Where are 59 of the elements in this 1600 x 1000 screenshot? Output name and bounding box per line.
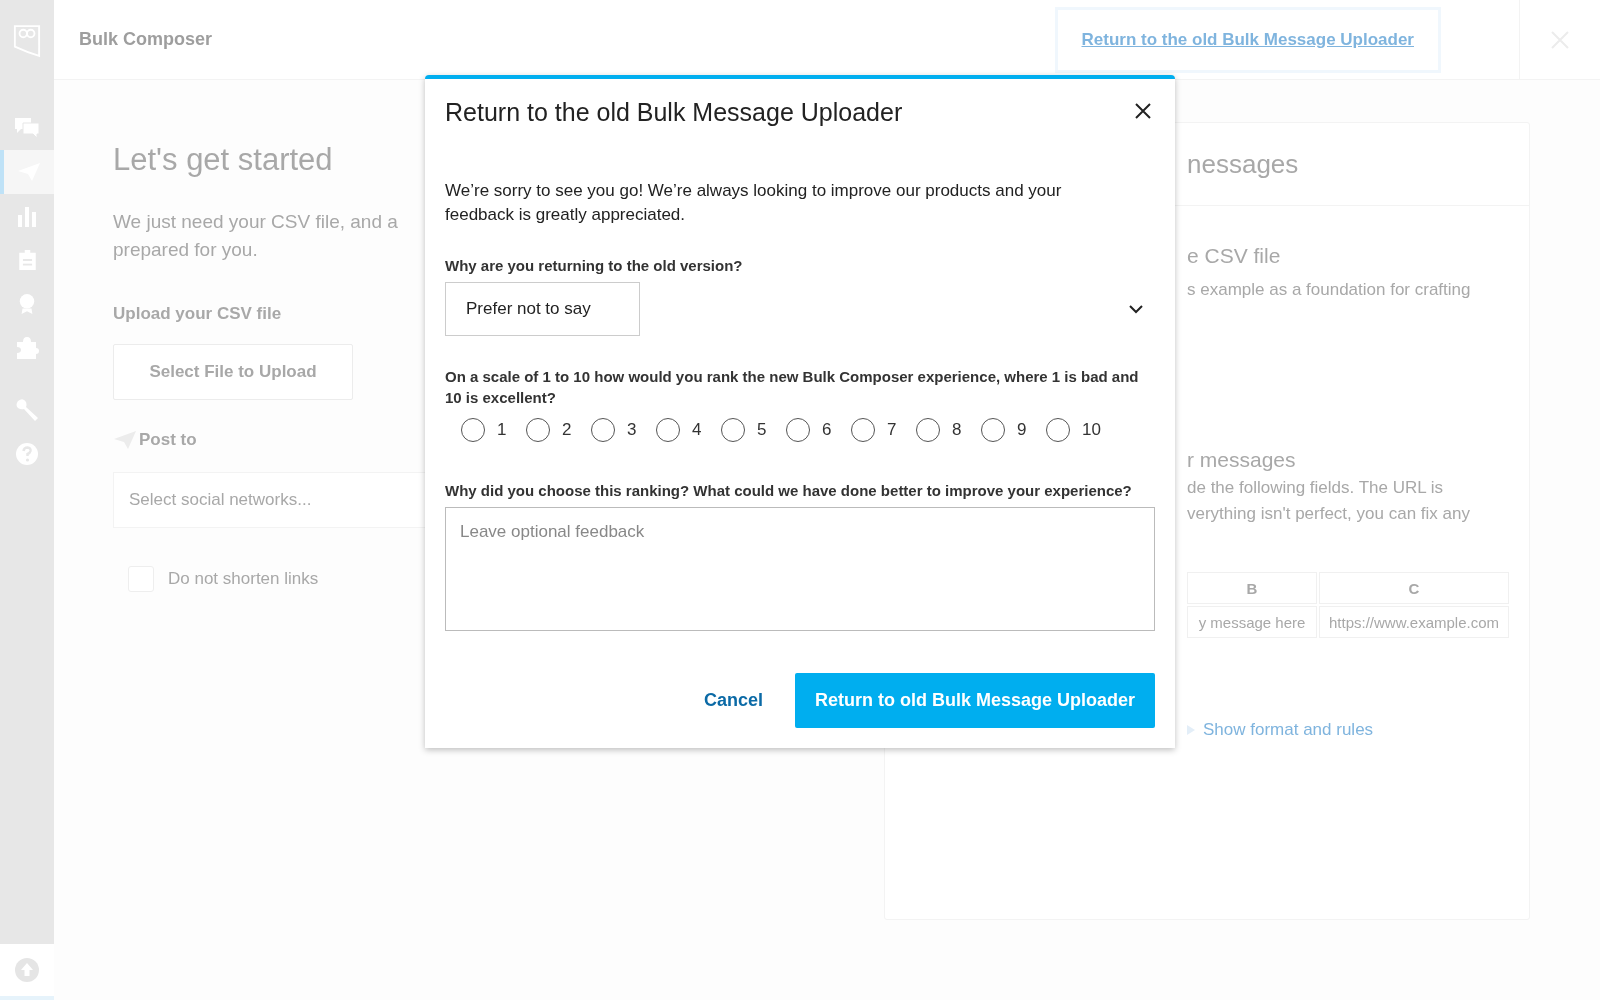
step-text: s example as a foundation for crafting [1187, 280, 1471, 300]
owl-logo-icon [13, 24, 41, 58]
page-title: Bulk Composer [79, 29, 213, 50]
checkbox-label: Do not shorten links [168, 569, 319, 589]
bar-chart-icon [17, 205, 37, 227]
upload-label: Upload your CSV file [113, 304, 282, 324]
radio-button[interactable] [851, 418, 875, 442]
step-heading: e CSV file [1187, 244, 1281, 268]
radio-button[interactable] [526, 418, 550, 442]
radio-label: 8 [952, 420, 962, 440]
radio-label: 10 [1082, 420, 1101, 440]
upload-button[interactable]: Select File to Upload [113, 344, 353, 400]
reason-dropdown[interactable]: Prefer not to say [445, 282, 1155, 336]
cancel-button[interactable]: Cancel [701, 682, 765, 719]
radio-label: 1 [497, 420, 507, 440]
post-to-label: Post to [139, 430, 197, 450]
radio-button[interactable] [461, 418, 485, 442]
radio-button[interactable] [721, 418, 745, 442]
radio-button[interactable] [1046, 418, 1070, 442]
badge-icon [18, 293, 36, 315]
radio-button[interactable] [981, 418, 1005, 442]
intro-text: We just need your CSV file, and a [113, 210, 398, 234]
feedback-field[interactable]: Leave optional feedback [445, 507, 1155, 631]
close-icon [1135, 103, 1151, 119]
section-heading: Let's get started [113, 142, 333, 178]
step-text: de the following fields. The URL is [1187, 478, 1444, 498]
intro-text: prepared for you. [113, 238, 259, 262]
radio-label: 7 [887, 420, 897, 440]
radio-button[interactable] [656, 418, 680, 442]
chevron-down-icon [1129, 304, 1143, 314]
radio-label: 6 [822, 420, 832, 440]
return-link[interactable]: Return to the old Bulk Message Uploader [1054, 6, 1441, 73]
table-cell: y message here [1187, 606, 1317, 638]
radio-label: 5 [757, 420, 767, 440]
help-icon [15, 442, 39, 466]
radio-label: 4 [692, 420, 702, 440]
chat-bubbles-icon [14, 117, 40, 139]
column-header: B [1187, 572, 1317, 604]
dialog-title: Return to the old Bulk Message Uploader [445, 98, 903, 127]
caret-icon [1187, 725, 1195, 735]
puzzle-piece-icon [15, 336, 39, 360]
radio-label: 9 [1017, 420, 1027, 440]
return-button[interactable]: Return to old Bulk Message Uploader [794, 673, 1155, 728]
column-header: C [1319, 572, 1509, 604]
radio-button[interactable] [591, 418, 615, 442]
dialog-message: We’re sorry to see you go! We’re always looking to improve our products and your feedback is greatly appreciated. [445, 180, 1063, 226]
radio-button[interactable] [916, 418, 940, 442]
step-heading: r messages [1187, 448, 1296, 472]
clipboard-icon [17, 249, 37, 271]
panel-heading: nessages [1187, 148, 1299, 180]
radio-label: 3 [627, 420, 637, 440]
question-label: Why did you choose this ranking? What could we have done better to improve your experience? [445, 481, 1133, 501]
question-label: On a scale of 1 to 10 how would you rank the new Bulk Composer experience, where 1 is bad and 10 is excellent? [445, 367, 1140, 408]
format-rules-toggle[interactable]: Show format and rules [1203, 720, 1374, 740]
table-cell: https://www.example.com [1319, 606, 1509, 638]
radio-label: 2 [562, 420, 572, 440]
question-label: Why are you returning to the old version? [445, 256, 744, 276]
radio-button[interactable] [786, 418, 810, 442]
step-text: verything isn't perfect, you can fix any [1187, 504, 1470, 524]
